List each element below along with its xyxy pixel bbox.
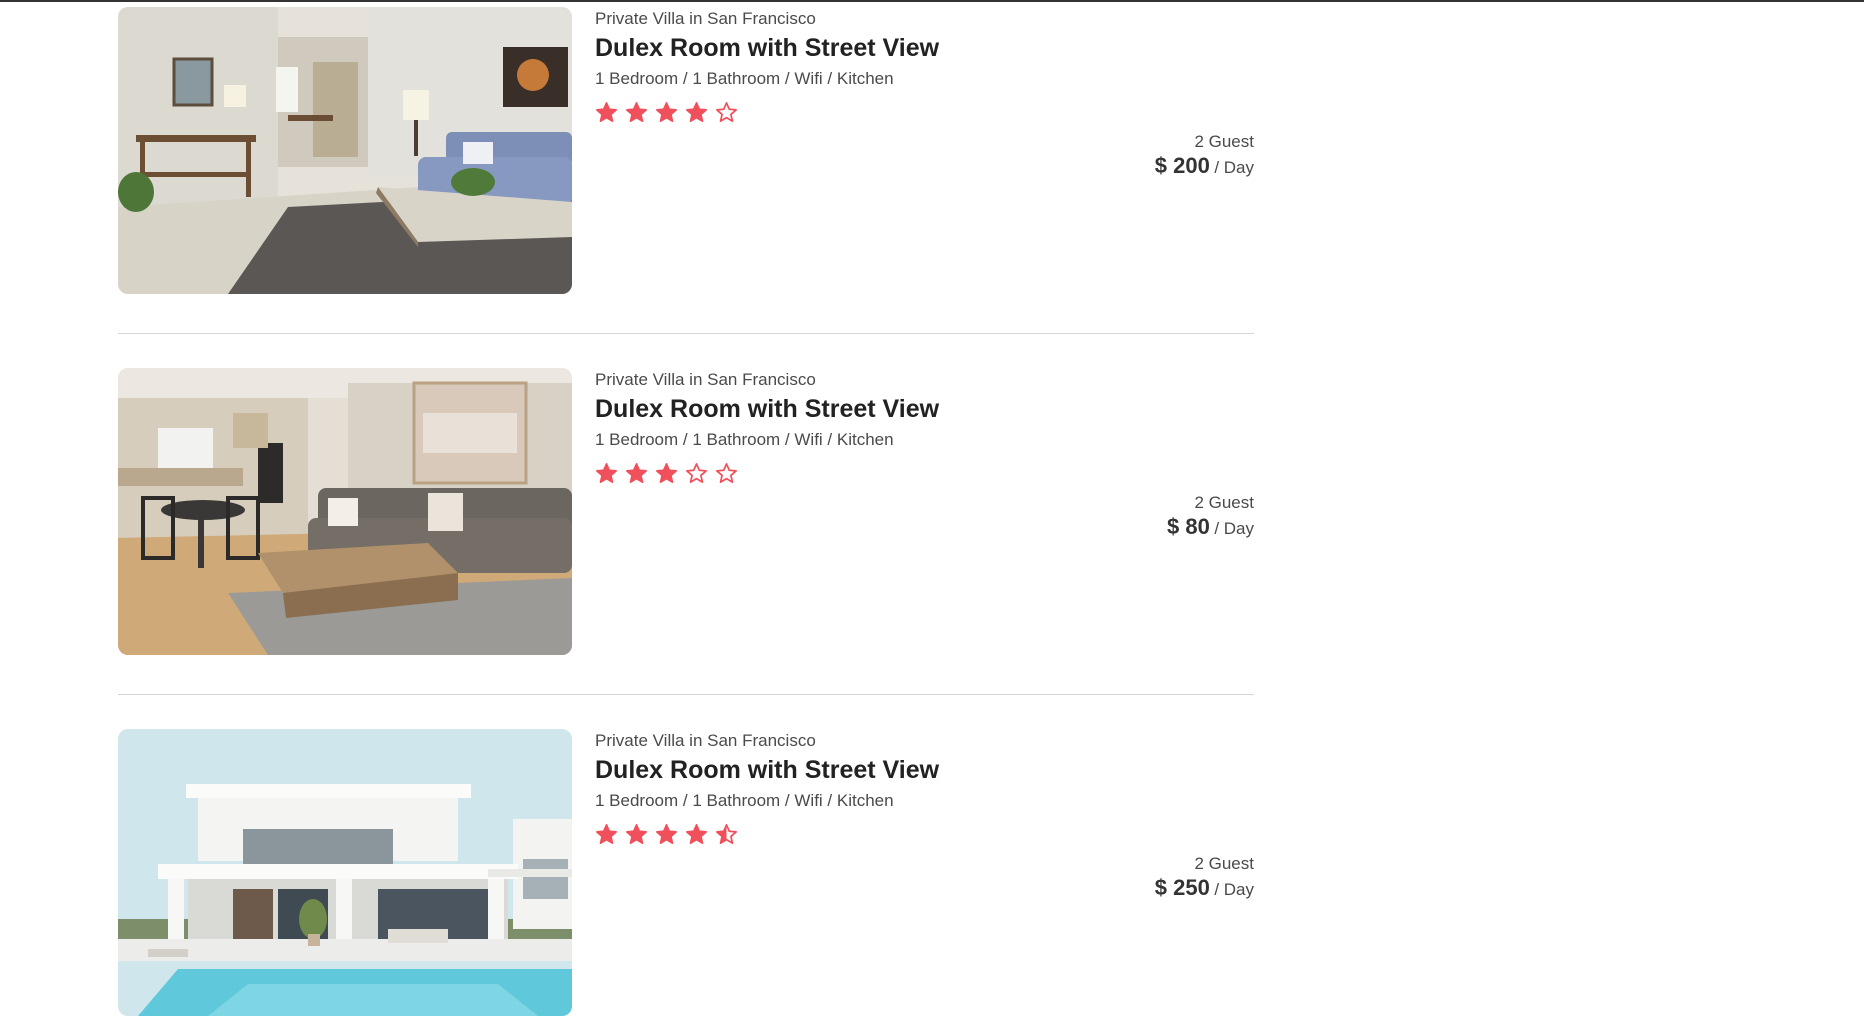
price-amount: $ 200 [1154,153,1210,178]
listing-photo-lounge-kitchen[interactable] [118,368,572,655]
star-filled-icon [596,463,617,483]
star-filled-icon [596,824,617,844]
star-half-icon [716,824,737,844]
price-amount: $ 80 [1167,514,1210,539]
listing-photo-living-room[interactable] [118,7,572,294]
listing-title[interactable]: Dulex Room with Street View [595,34,939,63]
price-unit: / Day [1214,880,1254,899]
price-row: $ 250 / Day [1155,875,1254,901]
listing-features: 1 Bedroom / 1 Bathroom / Wifi / Kitchen [595,791,894,810]
star-filled-icon [626,102,647,122]
price-unit: / Day [1214,519,1254,538]
listing-subtitle: Private Villa in San Francisco [595,731,816,750]
listing-features: 1 Bedroom / 1 Bathroom / Wifi / Kitchen [595,69,894,88]
rating-stars [595,462,738,488]
star-filled-icon [656,463,677,483]
star-filled-icon [686,102,707,122]
listing-divider [118,694,1254,695]
listing-subtitle: Private Villa in San Francisco [595,370,816,389]
listing-subtitle: Private Villa in San Francisco [595,9,816,28]
listing-photo-villa-pool[interactable] [118,729,572,1016]
price-row: $ 80 / Day [1167,514,1254,540]
listing-divider [118,333,1254,334]
guest-count: 2 Guest [1194,493,1254,512]
listing-features: 1 Bedroom / 1 Bathroom / Wifi / Kitchen [595,430,894,449]
star-filled-icon [656,102,677,122]
price-row: $ 200 / Day [1155,153,1254,179]
listing-card[interactable]: Private Villa in San Francisco Dulex Roo… [118,7,1254,297]
guest-count: 2 Guest [1194,132,1254,151]
listing-title[interactable]: Dulex Room with Street View [595,756,939,785]
price-amount: $ 250 [1154,875,1210,900]
listing-card[interactable]: Private Villa in San Francisco Dulex Roo… [118,729,1254,1019]
star-filled-icon [626,463,647,483]
rating-stars [595,823,738,849]
star-filled-icon [626,824,647,844]
listing-title[interactable]: Dulex Room with Street View [595,395,939,424]
star-empty-icon [716,463,737,483]
listing-card[interactable]: Private Villa in San Francisco Dulex Roo… [118,368,1254,658]
star-empty-icon [686,463,707,483]
star-filled-icon [656,824,677,844]
top-border [0,0,1864,2]
guest-count: 2 Guest [1194,854,1254,873]
star-filled-icon [686,824,707,844]
rating-stars [595,101,738,127]
price-unit: / Day [1214,158,1254,177]
star-filled-icon [596,102,617,122]
star-empty-icon [716,102,737,122]
